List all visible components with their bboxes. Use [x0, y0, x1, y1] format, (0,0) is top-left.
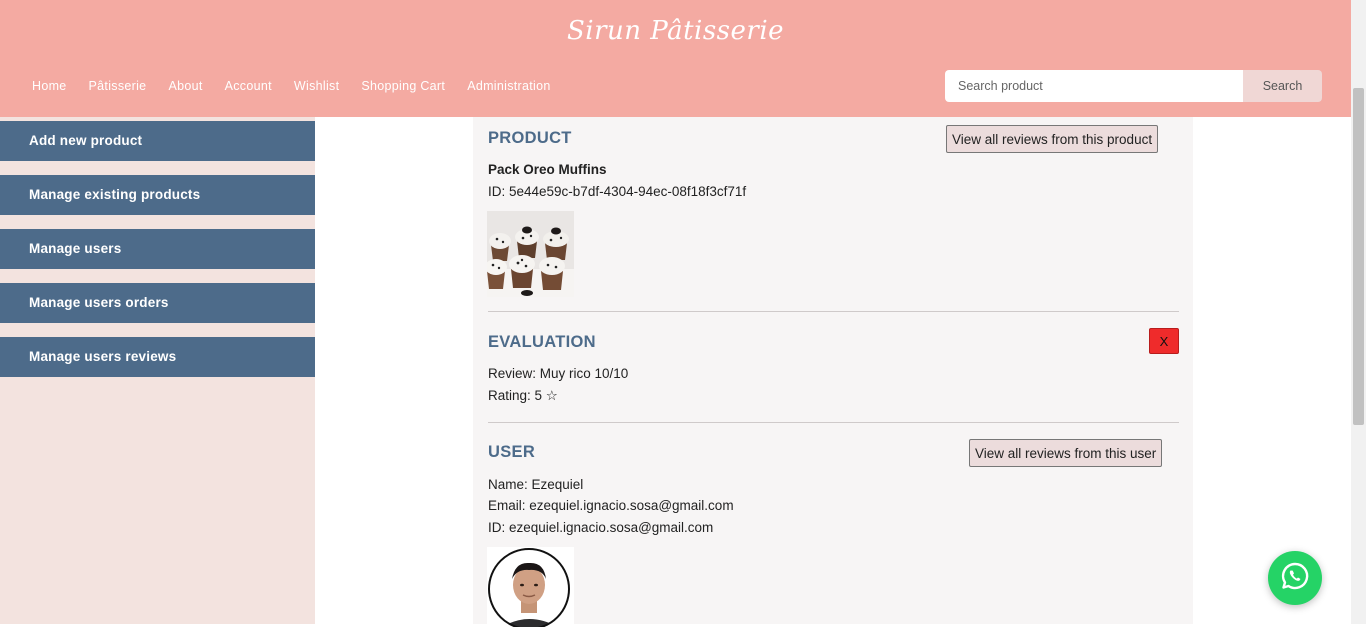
- product-id: ID: 5e44e59c-b7df-4304-94ec-08f18f3cf71f: [488, 184, 747, 199]
- search-bar: Search: [945, 70, 1322, 102]
- sidebar-item-manage-existing-products[interactable]: Manage existing products: [0, 175, 315, 215]
- rating-text: Rating: 5 ☆: [488, 388, 558, 403]
- section-divider: [488, 311, 1179, 312]
- whatsapp-icon: [1280, 561, 1310, 596]
- nav-account[interactable]: Account: [214, 78, 283, 94]
- user-section-title: USER: [488, 443, 536, 461]
- nav-administration[interactable]: Administration: [456, 78, 561, 94]
- nav-shopping-cart[interactable]: Shopping Cart: [350, 78, 456, 94]
- brand-logo[interactable]: Sirun Pâtisserie: [0, 16, 1351, 46]
- nav-about[interactable]: About: [157, 78, 213, 94]
- evaluation-section-title: EVALUATION: [488, 333, 596, 351]
- nav-home[interactable]: Home: [21, 78, 78, 94]
- user-email: Email: ezequiel.ignacio.sosa@gmail.com: [488, 498, 734, 513]
- product-section-title: PRODUCT: [488, 129, 572, 147]
- review-card: PRODUCT View all reviews from this produ…: [473, 117, 1193, 627]
- sidebar-item-manage-users[interactable]: Manage users: [0, 229, 315, 269]
- user-name: Name: Ezequiel: [488, 477, 584, 492]
- whatsapp-chat-button[interactable]: [1268, 551, 1322, 605]
- sidebar-item-manage-users-orders[interactable]: Manage users orders: [0, 283, 315, 323]
- scrollbar-thumb[interactable]: [1353, 88, 1364, 425]
- view-user-reviews-button[interactable]: View all reviews from this user: [969, 439, 1163, 467]
- user-avatar: [487, 547, 574, 627]
- page-scrollbar[interactable]: [1351, 0, 1366, 624]
- product-image: [487, 211, 574, 297]
- user-id: ID: ezequiel.ignacio.sosa@gmail.com: [488, 520, 714, 535]
- view-product-reviews-button[interactable]: View all reviews from this product: [946, 125, 1159, 153]
- search-button[interactable]: Search: [1243, 70, 1322, 102]
- site-header: Sirun Pâtisserie Home Pâtisserie About A…: [0, 0, 1351, 117]
- admin-sidebar: Add new product Manage existing products…: [0, 117, 315, 624]
- sidebar-item-add-new-product[interactable]: Add new product: [0, 121, 315, 161]
- sidebar-item-manage-users-reviews[interactable]: Manage users reviews: [0, 337, 315, 377]
- search-input[interactable]: [945, 70, 1243, 102]
- product-name: Pack Oreo Muffins: [488, 162, 607, 177]
- delete-review-button[interactable]: X: [1149, 328, 1179, 354]
- section-divider: [488, 422, 1179, 423]
- nav-wishlist[interactable]: Wishlist: [283, 78, 350, 94]
- nav-patisserie[interactable]: Pâtisserie: [78, 78, 158, 94]
- review-text: Review: Muy rico 10/10: [488, 366, 629, 381]
- main-nav: Home Pâtisserie About Account Wishlist S…: [21, 78, 562, 94]
